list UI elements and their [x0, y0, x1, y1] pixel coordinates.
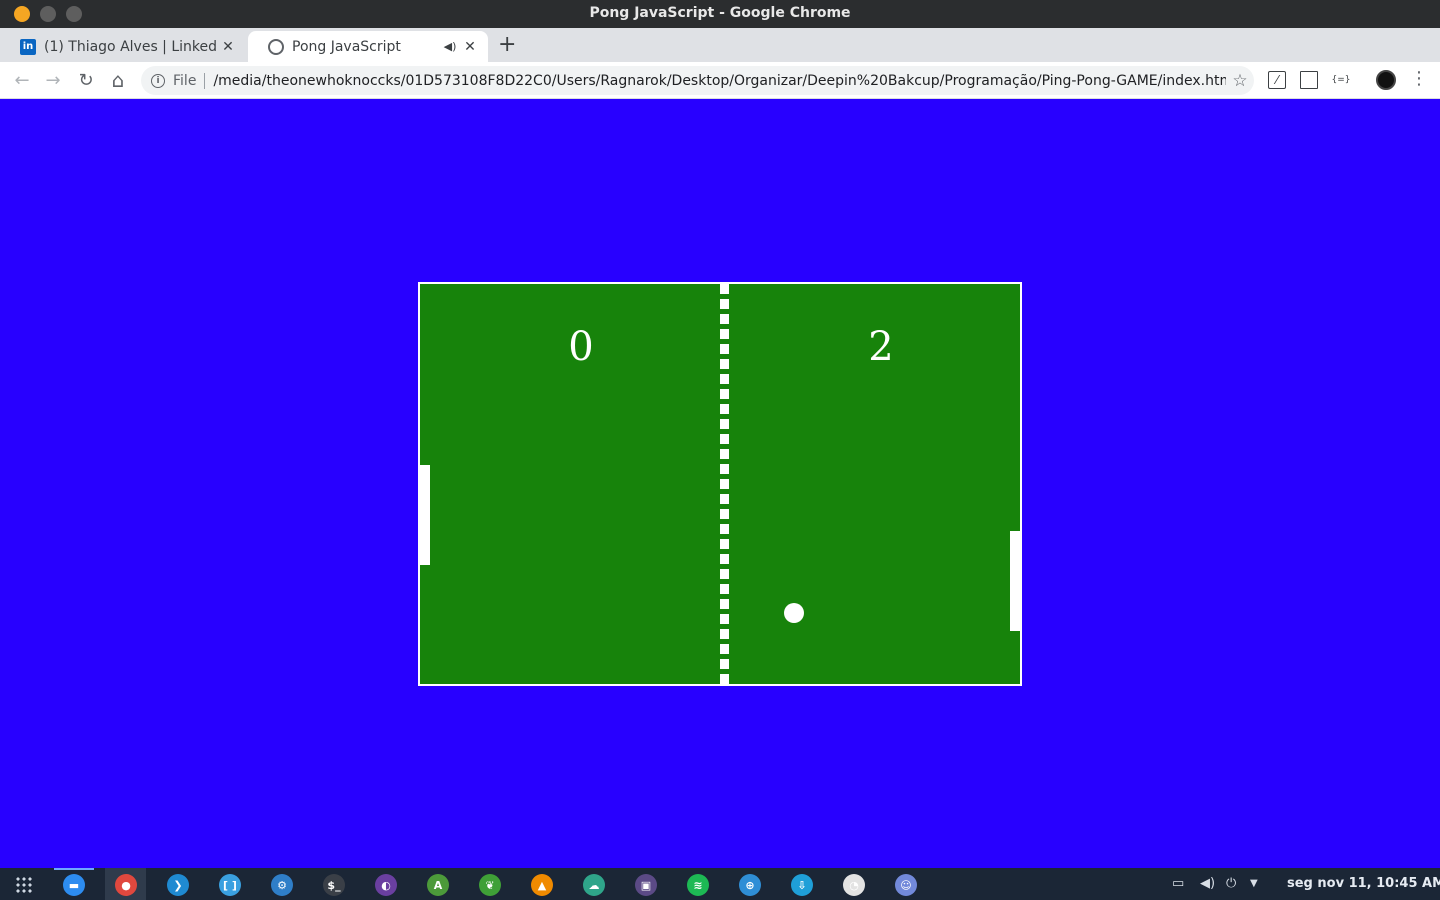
- vscode-icon[interactable]: ❯: [167, 874, 189, 896]
- url-text[interactable]: /media/theonewhoknoccks/01D573108F8D22C0…: [213, 73, 1226, 89]
- tab-strip: in (1) Thiago Alves | LinkedIn ✕ Pong Ja…: [0, 28, 1440, 62]
- notification-icon[interactable]: ▭: [1172, 876, 1184, 891]
- home-button[interactable]: ⌂: [106, 68, 130, 92]
- launcher-grid-icon[interactable]: [15, 876, 33, 894]
- ball: [784, 603, 804, 623]
- left-score: 0: [568, 324, 594, 370]
- menu-icon[interactable]: ⋮: [1410, 68, 1428, 89]
- downloader-icon[interactable]: ⇩: [791, 874, 813, 896]
- app-store-icon[interactable]: ⊕: [739, 874, 761, 896]
- info-icon[interactable]: i: [151, 73, 165, 88]
- mongodb-icon[interactable]: ❦: [479, 874, 501, 896]
- scheme-label: File: [173, 72, 197, 89]
- tab-label: (1) Thiago Alves | LinkedIn: [44, 38, 218, 55]
- window-titlebar: Pong JavaScript - Google Chrome: [0, 0, 1440, 28]
- avatar[interactable]: [1376, 70, 1396, 90]
- clock[interactable]: seg nov 11, 10:45 AM: [1287, 876, 1440, 891]
- window-title: Pong JavaScript - Google Chrome: [589, 5, 851, 21]
- json-viewer-icon[interactable]: {=}: [1332, 71, 1351, 89]
- browser-icon[interactable]: ◔: [843, 874, 865, 896]
- tab-pong[interactable]: Pong JavaScript ◀) ✕: [248, 31, 488, 62]
- speaker-icon[interactable]: ◀): [440, 40, 460, 53]
- bitbucket-icon[interactable]: ⚙: [271, 874, 293, 896]
- active-indicator: [54, 868, 94, 870]
- discord-icon[interactable]: ☺: [895, 874, 917, 896]
- address-bar[interactable]: i File /media/theonewhoknoccks/01D573108…: [141, 66, 1254, 95]
- close-tab-icon[interactable]: ✕: [460, 39, 480, 55]
- reload-button[interactable]: ↻: [74, 68, 98, 92]
- forward-button[interactable]: →: [41, 68, 65, 92]
- chevron-down-icon[interactable]: ▼: [1250, 878, 1258, 889]
- center-net: [720, 284, 729, 684]
- right-paddle: [1010, 531, 1020, 631]
- left-paddle: [420, 465, 430, 565]
- browser-toolbar: ← → ↻ ⌂ i File /media/theonewhoknoccks/0…: [0, 62, 1440, 99]
- tab-linkedin[interactable]: in (1) Thiago Alves | LinkedIn ✕: [0, 31, 246, 62]
- screen-recorder-icon[interactable]: ◐: [375, 874, 397, 896]
- chrome-icon[interactable]: ●: [115, 874, 137, 896]
- extension-icon[interactable]: ⁄: [1268, 71, 1286, 89]
- power-icon[interactable]: ⏻: [1226, 876, 1236, 891]
- globe-icon: [268, 38, 284, 55]
- bookmark-star-icon[interactable]: ☆: [1226, 71, 1254, 91]
- file-manager-icon[interactable]: ▬: [63, 874, 85, 896]
- new-tab-button[interactable]: +: [498, 32, 516, 57]
- brackets-icon[interactable]: [ ]: [219, 874, 241, 896]
- android-studio-icon[interactable]: A: [427, 874, 449, 896]
- screenshot-icon[interactable]: [1300, 71, 1318, 89]
- tab-label: Pong JavaScript: [292, 38, 401, 55]
- terminal-icon[interactable]: $_: [323, 874, 345, 896]
- divider: [204, 72, 206, 89]
- right-score: 2: [868, 324, 894, 370]
- close-tab-icon[interactable]: ✕: [218, 39, 238, 55]
- taskbar: ▬ ● ❯ [ ] ⚙ $_ ◐ A ❦ ▲ ☁ ▣ ≋ ⊕ ⇩ ◔ ☺ ▭ ◀) ⏻ ▼ seg nov 11…: [0, 868, 1440, 900]
- video-editor-icon[interactable]: ▣: [635, 874, 657, 896]
- cloud-app-icon[interactable]: ☁: [583, 874, 605, 896]
- vlc-icon[interactable]: ▲: [531, 874, 553, 896]
- volume-icon[interactable]: ◀): [1200, 876, 1215, 891]
- game-canvas[interactable]: 0 2: [418, 282, 1022, 686]
- spotify-icon[interactable]: ≋: [687, 874, 709, 896]
- back-button[interactable]: ←: [10, 68, 34, 92]
- linkedin-icon: in: [20, 38, 36, 55]
